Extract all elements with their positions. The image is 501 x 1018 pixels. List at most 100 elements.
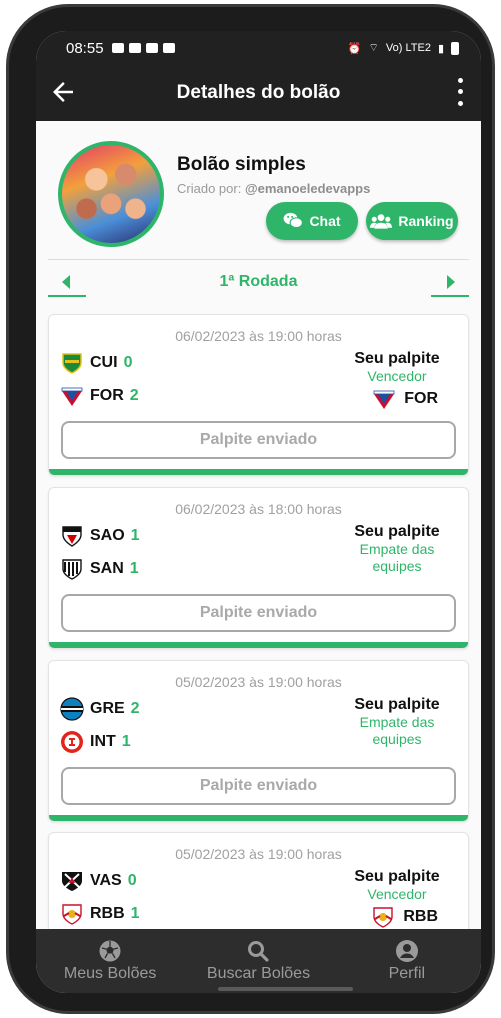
nav-search-pools[interactable]: Buscar Bolões (184, 929, 332, 993)
phone-frame: 08:55 ⏰ ⌔ Vo) LTE2 ▮ Detalhes do bolão B… (6, 4, 495, 1014)
right-arrow-icon (447, 275, 455, 289)
fortaleza-crest-icon (61, 387, 83, 406)
home-team: CUI 0 (60, 350, 132, 376)
vasco-crest-icon (62, 872, 82, 891)
alarm-icon: ⏰ (347, 42, 362, 55)
notification-icon (111, 43, 124, 53)
status-bar: 08:55 ⏰ ⌔ Vo) LTE2 ▮ (36, 31, 481, 65)
soccer-ball-icon (99, 940, 121, 962)
team-code: VAS (90, 872, 122, 889)
next-round-button[interactable] (431, 267, 469, 297)
away-team: FOR 2 (60, 383, 139, 409)
bottom-navigation: Meus Bolões Buscar Bolões Perfil (36, 929, 481, 993)
home-indicator[interactable] (218, 987, 353, 991)
network-label: Vo) LTE2 (385, 42, 431, 54)
pool-details: Bolão simples Criado por: @emanoeledevap… (36, 121, 481, 929)
match-card: 06/02/2023 às 18:00 horas SAO 1 SAN 1 Se… (48, 487, 469, 649)
guess-sent-button[interactable]: Palpite enviado (61, 767, 456, 805)
away-team: INT 1 (60, 729, 131, 755)
guess-team: FOR (372, 387, 438, 411)
internacional-crest-icon (61, 731, 83, 753)
team-code: SAO (90, 527, 125, 544)
status-time: 08:55 (66, 39, 104, 57)
match-date: 05/02/2023 às 19:00 horas (175, 674, 342, 690)
guess-title: Seu palpite (354, 868, 440, 885)
nav-label: Buscar Bolões (206, 965, 311, 982)
nav-my-pools[interactable]: Meus Bolões (36, 929, 184, 993)
cloud-icon (128, 43, 141, 53)
guess-team-code: RBB (403, 908, 438, 925)
nav-profile[interactable]: Perfil (333, 929, 481, 993)
page-title: Detalhes do bolão (176, 82, 341, 103)
app-icon (162, 43, 175, 53)
team-code: CUI (90, 354, 118, 371)
creator-handle: @emanoeledevapps (244, 181, 371, 196)
team-code: SAN (90, 560, 124, 577)
team-code: GRE (90, 700, 125, 717)
guess-team: RBB (371, 905, 438, 929)
guess-title: Seu palpite (354, 523, 440, 540)
fortaleza-crest-icon (373, 390, 395, 409)
battery-icon (451, 41, 459, 55)
away-team: SAN 1 (60, 556, 139, 582)
match-date: 06/02/2023 às 18:00 horas (175, 501, 342, 517)
image-icon (145, 43, 158, 53)
wifi-icon: ⌔ (368, 42, 379, 54)
nav-label: Perfil (388, 965, 426, 982)
notification-icons (111, 43, 175, 53)
team-score: 2 (130, 700, 140, 717)
santos-crest-icon (62, 559, 82, 580)
pool-creator: Criado por: @emanoeledevapps (177, 181, 370, 196)
users-icon (370, 214, 393, 229)
nav-label: Meus Bolões (63, 965, 157, 982)
guess-title: Seu palpite (354, 350, 440, 367)
team-score: 0 (123, 354, 133, 371)
divider (48, 259, 469, 260)
guess-title: Seu palpite (354, 696, 440, 713)
team-score: 1 (130, 527, 140, 544)
team-score: 0 (127, 872, 137, 889)
user-icon (395, 940, 418, 962)
chat-button[interactable]: Chat (266, 202, 358, 240)
home-team: VAS 0 (60, 868, 137, 894)
ranking-button[interactable]: Ranking (366, 202, 458, 240)
guess-team-code: FOR (404, 390, 438, 407)
away-team: RBB 1 (60, 901, 140, 927)
team-code: INT (90, 733, 116, 750)
team-score: 2 (129, 387, 139, 404)
screen: 08:55 ⏰ ⌔ Vo) LTE2 ▮ Detalhes do bolão B… (36, 31, 481, 993)
system-icons: ⏰ ⌔ Vo) LTE2 ▮ (348, 41, 459, 55)
chat-icon (284, 212, 304, 229)
match-card: 05/02/2023 às 19:00 horas VAS 0 RBB 1 Se… (48, 832, 469, 929)
team-score: 1 (130, 905, 140, 922)
guess-sent-button[interactable]: Palpite enviado (61, 594, 456, 632)
team-code: RBB (90, 905, 125, 922)
back-arrow-icon[interactable] (48, 77, 78, 107)
sao-paulo-crest-icon (62, 526, 82, 547)
guess-sent-button[interactable]: Palpite enviado (61, 421, 456, 459)
red-bull-bragantino-crest-icon (373, 907, 394, 928)
pool-name: Bolão simples (177, 154, 306, 175)
team-score: 1 (121, 733, 131, 750)
more-options-icon[interactable] (453, 75, 467, 109)
chat-label: Chat (309, 213, 341, 229)
signal-icon: ▮ (437, 42, 444, 55)
guess-value: Vencedor (367, 886, 427, 902)
match-date: 05/02/2023 às 19:00 horas (175, 846, 342, 862)
home-team: GRE 2 (60, 696, 140, 722)
match-card: 06/02/2023 às 19:00 horas CUI 0 FOR 2 Se… (48, 314, 469, 476)
card-accent-bar (49, 642, 468, 648)
round-selector: 1ª Rodada (48, 267, 469, 303)
cuiaba-crest-icon (62, 353, 82, 374)
guess-value: Empate das equipes (359, 541, 435, 574)
red-bull-bragantino-crest-icon (62, 904, 82, 925)
home-team: SAO 1 (60, 523, 140, 549)
team-code: FOR (90, 387, 124, 404)
card-accent-bar (49, 469, 468, 475)
guess-value: Empate das equipes (359, 714, 435, 747)
ranking-label: Ranking (398, 213, 454, 229)
guess-value: Vencedor (367, 368, 427, 384)
round-label: 1ª Rodada (219, 273, 298, 290)
team-score: 1 (129, 560, 139, 577)
pool-avatar (58, 141, 164, 247)
